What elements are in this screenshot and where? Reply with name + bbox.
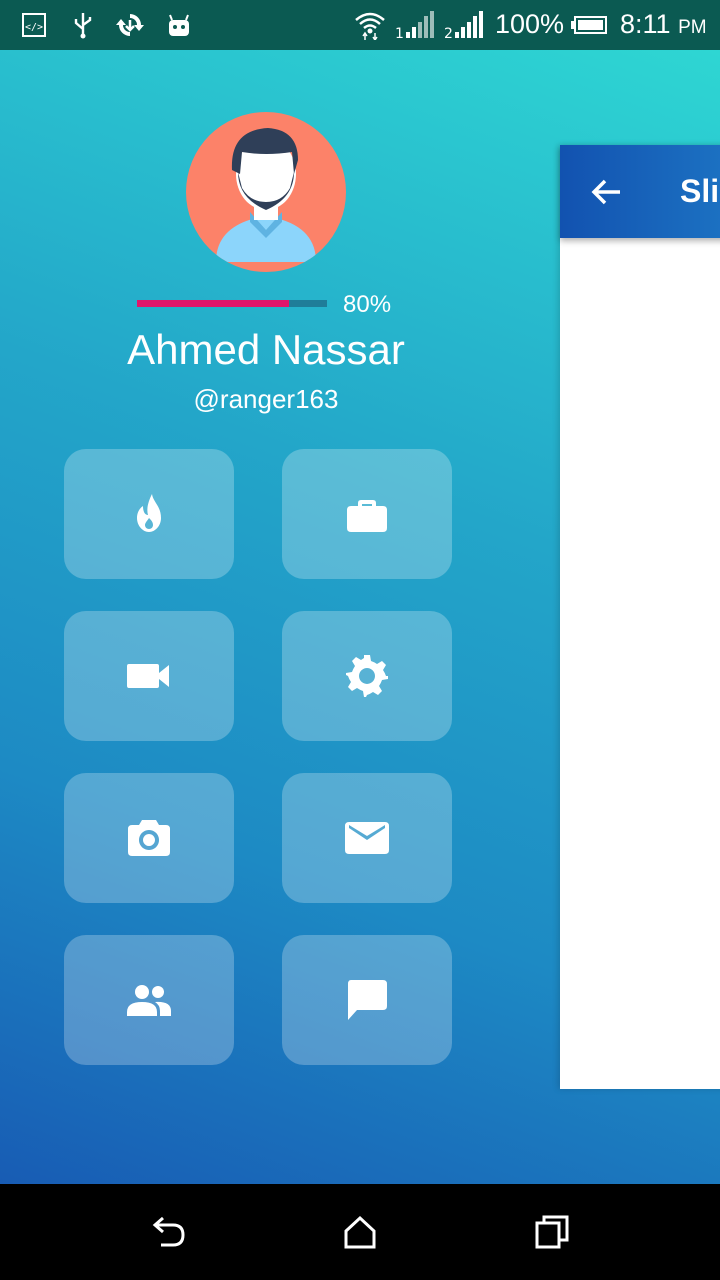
progress-label: 80% [343,291,392,318]
mail-icon [345,822,389,854]
home-icon [344,1215,376,1249]
recents-icon [535,1215,569,1249]
home-button[interactable] [338,1212,382,1252]
drawer-menu: Slid 80% Ahmed Nassar @ranger163 [0,50,720,1184]
developer-icon: </> [20,10,48,40]
camera-icon [128,820,170,856]
back-icon [152,1216,185,1247]
menu-tile-video[interactable] [64,611,234,741]
progress-fill [137,300,289,307]
chat-icon [348,980,387,1020]
menu-tile-chat[interactable] [282,935,452,1065]
avatar[interactable] [186,112,346,272]
wifi-icon [354,10,386,40]
svg-text:</>: </> [25,22,43,33]
back-arrow-icon[interactable] [590,175,624,209]
battery-icon [570,10,608,40]
usb-icon [70,10,96,40]
content-title: Slid [680,173,720,209]
menu-tile-trending[interactable] [64,449,234,579]
svg-text:1: 1 [395,26,404,40]
menu-tile-mail[interactable] [282,773,452,903]
briefcase-icon [347,500,387,532]
fire-icon [137,494,161,532]
svg-text:2: 2 [444,26,453,40]
settings-icon [346,655,388,697]
user-handle: @ranger163 [193,384,339,414]
menu-tile-people[interactable] [64,935,234,1065]
battery-percent: 100% [495,9,565,39]
people-icon [127,985,171,1016]
sync-icon [114,10,146,40]
signal-sim1-icon: 1 [395,10,435,40]
system-nav-bar [0,1184,720,1280]
clock: 8:11 PM [620,9,707,39]
content-app-bar: Slid [560,145,720,238]
recents-button[interactable] [530,1212,574,1252]
menu-tile-work[interactable] [282,449,452,579]
main-content-preview[interactable]: Slid [560,145,720,1089]
videocam-icon [127,664,169,688]
status-bar: </> 1 2 100% 8:11 PM [0,0,720,50]
back-button[interactable] [146,1212,190,1252]
signal-sim2-icon: 2 [444,10,486,40]
user-name: Ahmed Nassar [127,326,405,373]
profile-progress-bar [137,300,327,307]
menu-tile-camera[interactable] [64,773,234,903]
menu-tile-settings[interactable] [282,611,452,741]
android-icon [165,10,193,40]
